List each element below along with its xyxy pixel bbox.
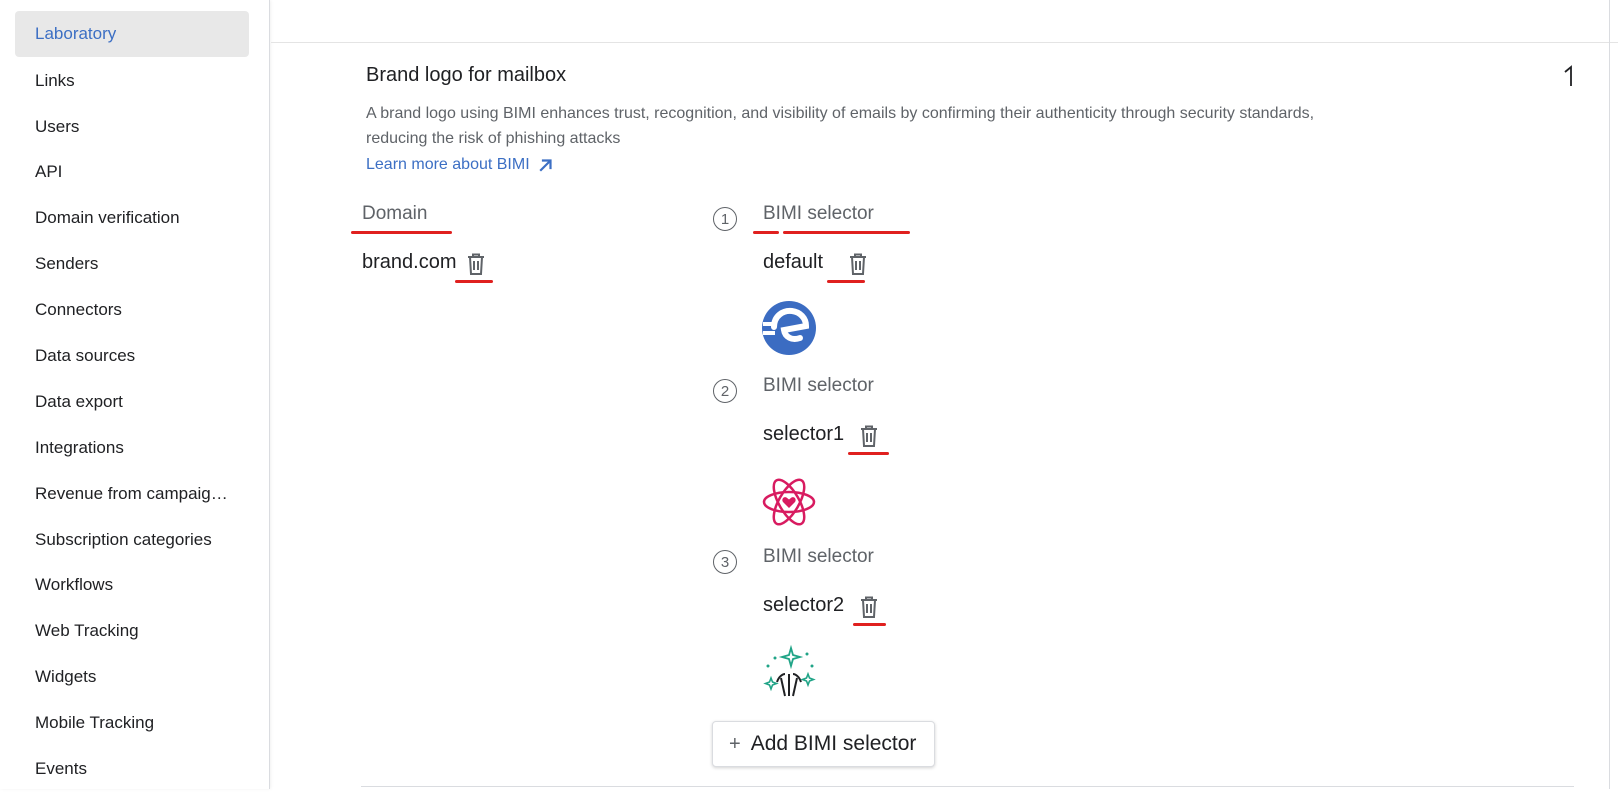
bimi-selector-label: BIMI selector — [763, 546, 874, 567]
panel-edge — [1609, 0, 1610, 789]
highlight-underline — [848, 452, 889, 455]
sidebar-item-users[interactable]: Users — [15, 104, 249, 150]
delete-selector-trash-icon[interactable] — [858, 424, 880, 448]
domain-label: Domain — [362, 203, 428, 224]
brand-e-logo-icon — [762, 301, 816, 355]
sidebar-item-links[interactable]: Links — [15, 58, 249, 104]
collapse-icon[interactable] — [1562, 64, 1580, 88]
sidebar-item-integrations[interactable]: Integrations — [15, 425, 249, 471]
bimi-selector-label: BIMI selector — [763, 375, 874, 396]
highlight-underline — [783, 231, 910, 234]
sidebar-item-data-sources[interactable]: Data sources — [15, 333, 249, 379]
section-title: Brand logo for mailbox — [366, 64, 567, 86]
highlight-underline — [753, 231, 779, 234]
sidebar-item-events[interactable]: Events — [15, 746, 249, 792]
sidebar-item-label: Widgets — [35, 667, 97, 686]
sidebar-item-subscription-categories[interactable]: Subscription categories — [15, 517, 249, 563]
sidebar-item-web-tracking[interactable]: Web Tracking — [15, 608, 249, 654]
sidebar-item-label: Data export — [35, 392, 123, 411]
sparkles-logo-icon — [763, 644, 816, 697]
learn-more-link[interactable]: Learn more about BIMI — [366, 156, 554, 174]
sidebar-item-label: Revenue from campaig… — [35, 484, 228, 503]
sidebar-item-senders[interactable]: Senders — [15, 241, 249, 287]
bimi-selector-label: BIMI selector — [763, 203, 874, 224]
sidebar-item-api[interactable]: API — [15, 149, 249, 195]
divider — [361, 786, 1574, 787]
sidebar-item-label: Domain verification — [35, 208, 180, 227]
sidebar-item-label: Workflows — [35, 575, 114, 594]
sidebar-item-label: API — [35, 162, 63, 181]
sidebar-item-label: Integrations — [35, 438, 124, 457]
sidebar-item-data-export[interactable]: Data export — [15, 379, 249, 425]
selector-number-badge: 2 — [713, 379, 737, 403]
sidebar-item-label: Users — [35, 117, 80, 136]
add-bimi-selector-button[interactable]: + Add BIMI selector — [712, 721, 935, 767]
delete-domain-trash-icon[interactable] — [465, 252, 487, 276]
selector-value: selector1 — [763, 423, 845, 445]
sidebar-item-workflows[interactable]: Workflows — [15, 562, 249, 608]
sidebar-item-label: Connectors — [35, 300, 122, 319]
sidebar-item-label: Events — [35, 759, 87, 778]
atom-heart-logo-icon — [762, 478, 816, 526]
sidebar-item-label: Senders — [35, 254, 99, 273]
sidebar-item-laboratory[interactable]: Laboratory — [15, 11, 249, 57]
sidebar-item-label: Web Tracking — [35, 621, 139, 640]
sidebar-item-widgets[interactable]: Widgets — [15, 654, 249, 700]
sidebar-item-domain-verification[interactable]: Domain verification — [15, 195, 249, 241]
domain-value: brand.com — [362, 251, 457, 273]
sidebar-item-label: Mobile Tracking — [35, 713, 155, 732]
section-description: A brand logo using BIMI enhances trust, … — [366, 105, 1315, 147]
main-content: Brand logo for mailbox A brand logo usin… — [271, 0, 1618, 789]
highlight-underline — [351, 231, 452, 234]
plus-icon: + — [729, 732, 741, 755]
add-bimi-selector-label: Add BIMI selector — [750, 732, 917, 755]
external-link-icon — [539, 159, 552, 172]
divider — [271, 42, 1618, 43]
sidebar: Laboratory Links Users API Domain verifi… — [0, 0, 270, 789]
highlight-underline — [853, 623, 886, 626]
selector-number-badge: 1 — [713, 207, 737, 231]
highlight-underline — [827, 280, 865, 283]
learn-more-label: Learn more about BIMI — [366, 156, 530, 173]
sidebar-item-label: Links — [35, 71, 75, 90]
selector-number-badge: 3 — [713, 550, 737, 574]
sidebar-item-label: Laboratory — [35, 24, 117, 43]
sidebar-item-label: Subscription categories — [35, 530, 212, 549]
selector-value: selector2 — [763, 594, 845, 616]
sidebar-item-revenue[interactable]: Revenue from campaig… — [15, 471, 249, 517]
sidebar-item-label: Data sources — [35, 346, 136, 365]
sidebar-item-connectors[interactable]: Connectors — [15, 287, 249, 333]
delete-selector-trash-icon[interactable] — [858, 595, 880, 619]
highlight-underline — [455, 280, 493, 283]
selector-value: default — [763, 251, 824, 273]
delete-selector-trash-icon[interactable] — [847, 252, 869, 276]
sidebar-item-mobile-tracking[interactable]: Mobile Tracking — [15, 700, 249, 746]
